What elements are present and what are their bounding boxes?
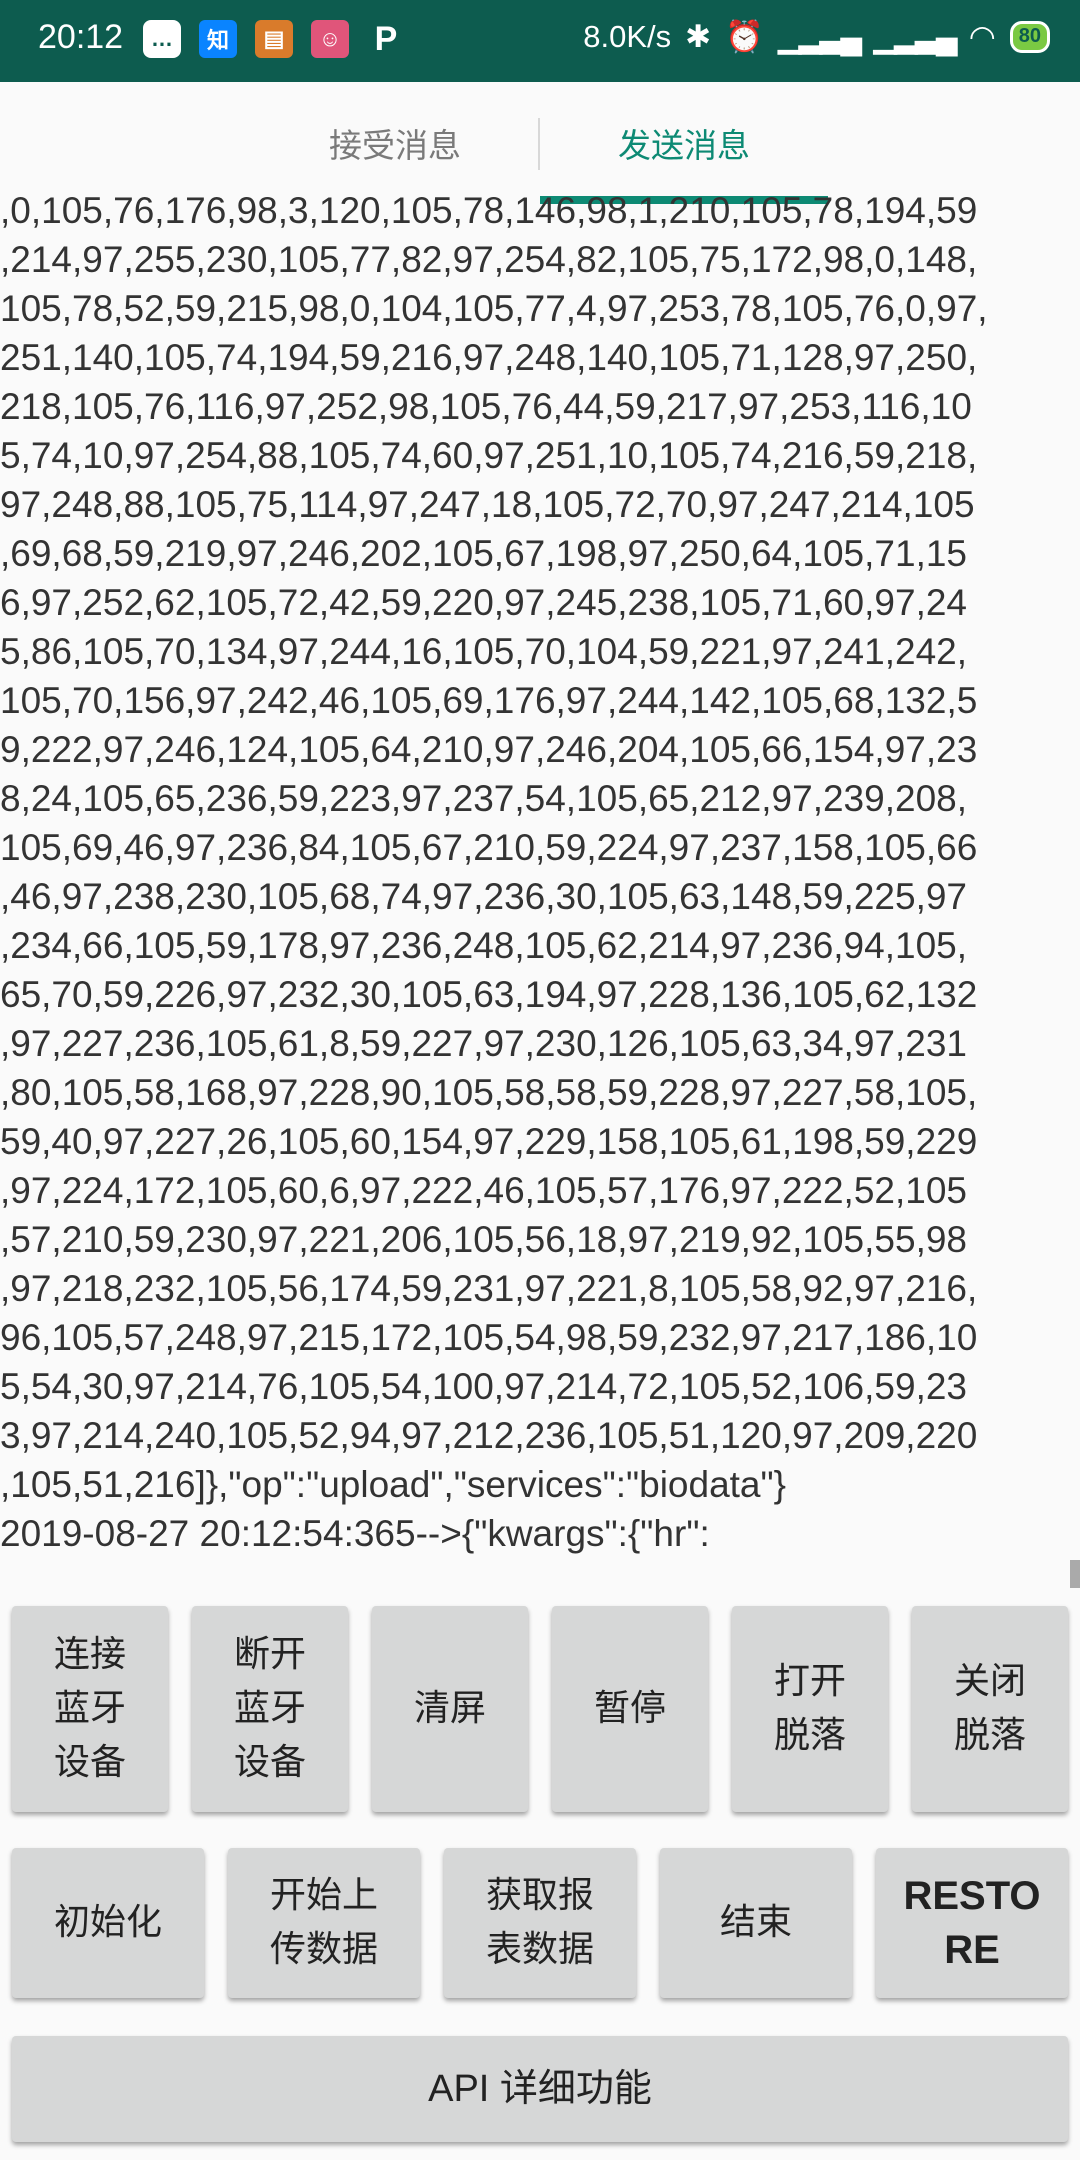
battery-icon: 80 [1009, 20, 1050, 53]
status-right: 8.0K/s ✱ ⏰ ▁▂▃▄ ▁▂▃▄ ◠ 80 [583, 18, 1050, 55]
notification-icons: … 知 ▤ ☺ P [143, 20, 405, 58]
wifi-icon: ◠ [968, 18, 996, 54]
message-icon: … [143, 20, 181, 58]
restore-button[interactable]: RESTO RE [876, 1848, 1068, 1998]
network-speed: 8.0K/s [583, 18, 672, 54]
log-text: ,0,105,76,176,98,3,120,105,78,146,98,1,2… [0, 190, 988, 1554]
status-time: 20:12 [38, 18, 124, 56]
zhihu-icon: 知 [199, 20, 237, 58]
start-upload-button[interactable]: 开始上 传数据 [228, 1848, 420, 1998]
status-bar: 20:12 … 知 ▤ ☺ P 8.0K/s ✱ ⏰ ▁▂▃▄ ▁▂▃▄ ◠ 8… [0, 0, 1080, 82]
connect-bluetooth-button[interactable]: 连接 蓝牙 设备 [12, 1606, 168, 1812]
pause-button[interactable]: 暂停 [552, 1606, 708, 1812]
signal-hd-icon: ▁▂▃▄ [873, 18, 958, 54]
bluetooth-icon: ✱ [685, 18, 712, 54]
battery-level: 80 [1018, 25, 1041, 47]
p-icon: P [374, 19, 398, 58]
log-scrollbar[interactable] [1070, 1560, 1080, 1588]
end-button[interactable]: 结束 [660, 1848, 852, 1998]
close-drop-button[interactable]: 关闭 脱落 [912, 1606, 1068, 1812]
initialize-button[interactable]: 初始化 [12, 1848, 204, 1998]
pig-icon: ☺ [311, 20, 349, 58]
app-icon: ▤ [255, 20, 293, 58]
api-details-button[interactable]: API 详细功能 [12, 2036, 1068, 2142]
clear-screen-button[interactable]: 清屏 [372, 1606, 528, 1812]
open-drop-button[interactable]: 打开 脱落 [732, 1606, 888, 1812]
alarm-icon: ⏰ [725, 19, 764, 54]
get-report-button[interactable]: 获取报 表数据 [444, 1848, 636, 1998]
message-log[interactable]: ,0,105,76,176,98,3,120,105,78,146,98,1,2… [0, 186, 1080, 1582]
signal-icon: ▁▂▃▄ [777, 18, 863, 54]
disconnect-bluetooth-button[interactable]: 断开 蓝牙 设备 [192, 1606, 348, 1812]
